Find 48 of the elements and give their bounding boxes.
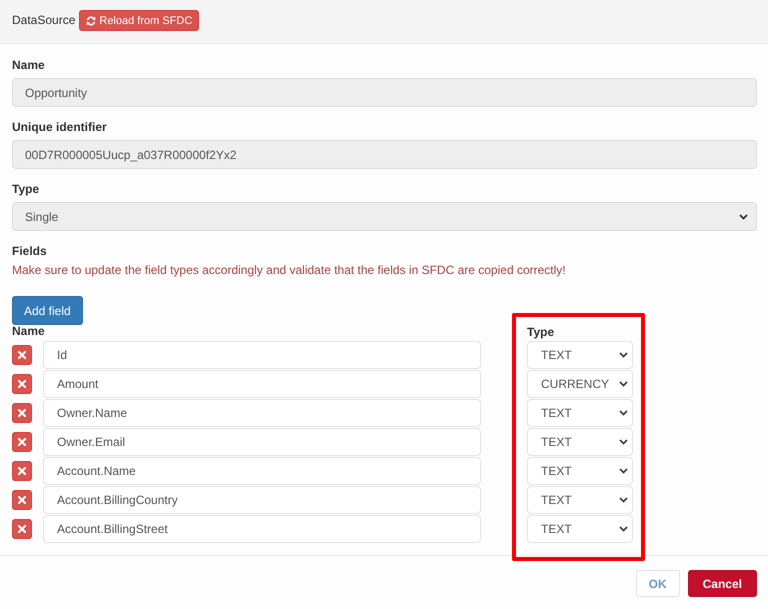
cancel-button[interactable]: Cancel xyxy=(688,570,757,597)
type-column-header: Type xyxy=(527,326,554,338)
reload-button[interactable]: Reload from SFDC xyxy=(79,10,200,31)
field-name-input[interactable]: Account.Name xyxy=(43,457,481,485)
field-name-input[interactable]: Account.BillingCountry xyxy=(43,486,481,514)
field-type-select[interactable]: TEXT xyxy=(527,428,633,456)
chevron-down-icon xyxy=(619,381,628,387)
close-icon xyxy=(18,380,26,388)
refresh-icon xyxy=(86,16,96,26)
delete-button[interactable] xyxy=(12,345,32,365)
delete-button[interactable] xyxy=(12,461,32,481)
close-icon xyxy=(18,351,26,359)
warning-text: Make sure to update the field types accordingly and validate that the fields in SFDC are copied correctly! xyxy=(12,263,567,277)
delete-button[interactable] xyxy=(12,519,32,539)
chevron-down-icon xyxy=(619,526,628,532)
field-type-select[interactable]: TEXT xyxy=(527,457,633,485)
close-icon xyxy=(18,525,26,533)
field-name-input[interactable]: Owner.Name xyxy=(43,399,481,427)
field-name-input[interactable]: Owner.Email xyxy=(43,428,481,456)
close-icon xyxy=(18,496,26,504)
add-field-button[interactable]: Add field xyxy=(12,296,83,325)
fields-label: Fields xyxy=(12,244,48,258)
field-type-select[interactable]: CURRENCY xyxy=(527,370,633,398)
delete-button[interactable] xyxy=(12,490,32,510)
name-column-header: Name xyxy=(12,325,46,337)
close-icon xyxy=(18,438,26,446)
chevron-down-icon xyxy=(619,468,628,474)
field-type-select[interactable]: TEXT xyxy=(527,486,633,514)
delete-button[interactable] xyxy=(12,432,32,452)
datasource-label: DataSource xyxy=(12,12,76,29)
field-type-select[interactable]: TEXT xyxy=(527,515,633,543)
field-name-input[interactable]: Id xyxy=(43,341,481,369)
delete-button[interactable] xyxy=(12,403,32,423)
chevron-down-icon xyxy=(739,214,748,220)
delete-button[interactable] xyxy=(12,374,32,394)
field-label: Name xyxy=(12,58,46,72)
field-name-input[interactable]: Amount xyxy=(43,370,481,398)
chevron-down-icon xyxy=(619,352,628,358)
close-icon xyxy=(18,409,26,417)
field-type-select[interactable]: TEXT xyxy=(527,399,633,427)
close-icon xyxy=(18,467,26,475)
field-label: Unique identifier xyxy=(12,120,108,134)
chevron-down-icon xyxy=(619,439,628,445)
chevron-down-icon xyxy=(619,497,628,503)
field-type-select[interactable]: TEXT xyxy=(527,341,633,369)
field-name-input[interactable]: Account.BillingStreet xyxy=(43,515,481,543)
chevron-down-icon xyxy=(619,410,628,416)
field-label: Type xyxy=(12,182,40,196)
